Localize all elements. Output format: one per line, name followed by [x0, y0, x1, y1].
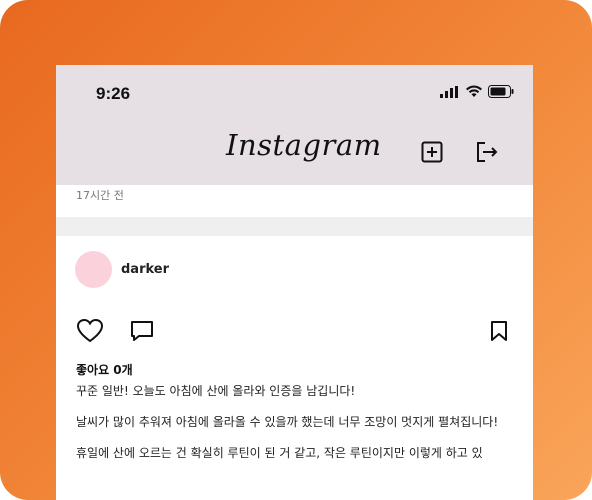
app-header: 9:26 Instagram — [56, 65, 533, 185]
bookmark-button[interactable] — [485, 317, 513, 345]
comment-icon — [131, 321, 153, 341]
likes-count: 좋아요 0개 — [76, 363, 133, 377]
caption-paragraph: 꾸준 일반! 오늘도 아침에 산에 올라와 인증을 남깁니다! — [76, 384, 356, 398]
battery-icon — [488, 85, 514, 98]
logout-button[interactable] — [475, 140, 499, 164]
signal-icon — [440, 85, 458, 98]
post-time-ago: 17시간 전 — [76, 189, 124, 202]
add-post-button[interactable] — [420, 140, 444, 164]
logout-icon — [477, 142, 498, 162]
caption-paragraph: 휴일에 산에 오르는 건 확실히 루틴이 된 거 같고, 작은 루틴이지만 이렇… — [76, 446, 483, 460]
promo-background: 9:26 Instagram 17시간 전 darker 좋아요 0개 꾸준 일… — [0, 0, 592, 500]
phone-screen: 9:26 Instagram 17시간 전 darker 좋아요 0개 꾸준 일… — [56, 65, 533, 500]
like-button[interactable] — [76, 317, 104, 345]
post-caption: 꾸준 일반! 오늘도 아침에 산에 올라와 인증을 남깁니다! 날씨가 많이 추… — [76, 382, 516, 475]
comment-button[interactable] — [128, 317, 156, 345]
heart-icon — [77, 319, 103, 343]
avatar[interactable] — [75, 251, 112, 288]
post-username[interactable]: darker — [121, 262, 169, 277]
status-time: 9:26 — [96, 84, 131, 103]
plus-square-icon — [421, 141, 443, 163]
bookmark-icon — [491, 321, 507, 341]
status-icons — [440, 85, 515, 98]
post-divider — [56, 217, 533, 236]
instagram-logo[interactable]: Instagram — [226, 128, 382, 162]
wifi-icon — [466, 85, 482, 97]
caption-paragraph: 날씨가 많이 추워져 아침에 올라올 수 있을까 했는데 너무 조망이 멋지게 … — [76, 415, 499, 429]
